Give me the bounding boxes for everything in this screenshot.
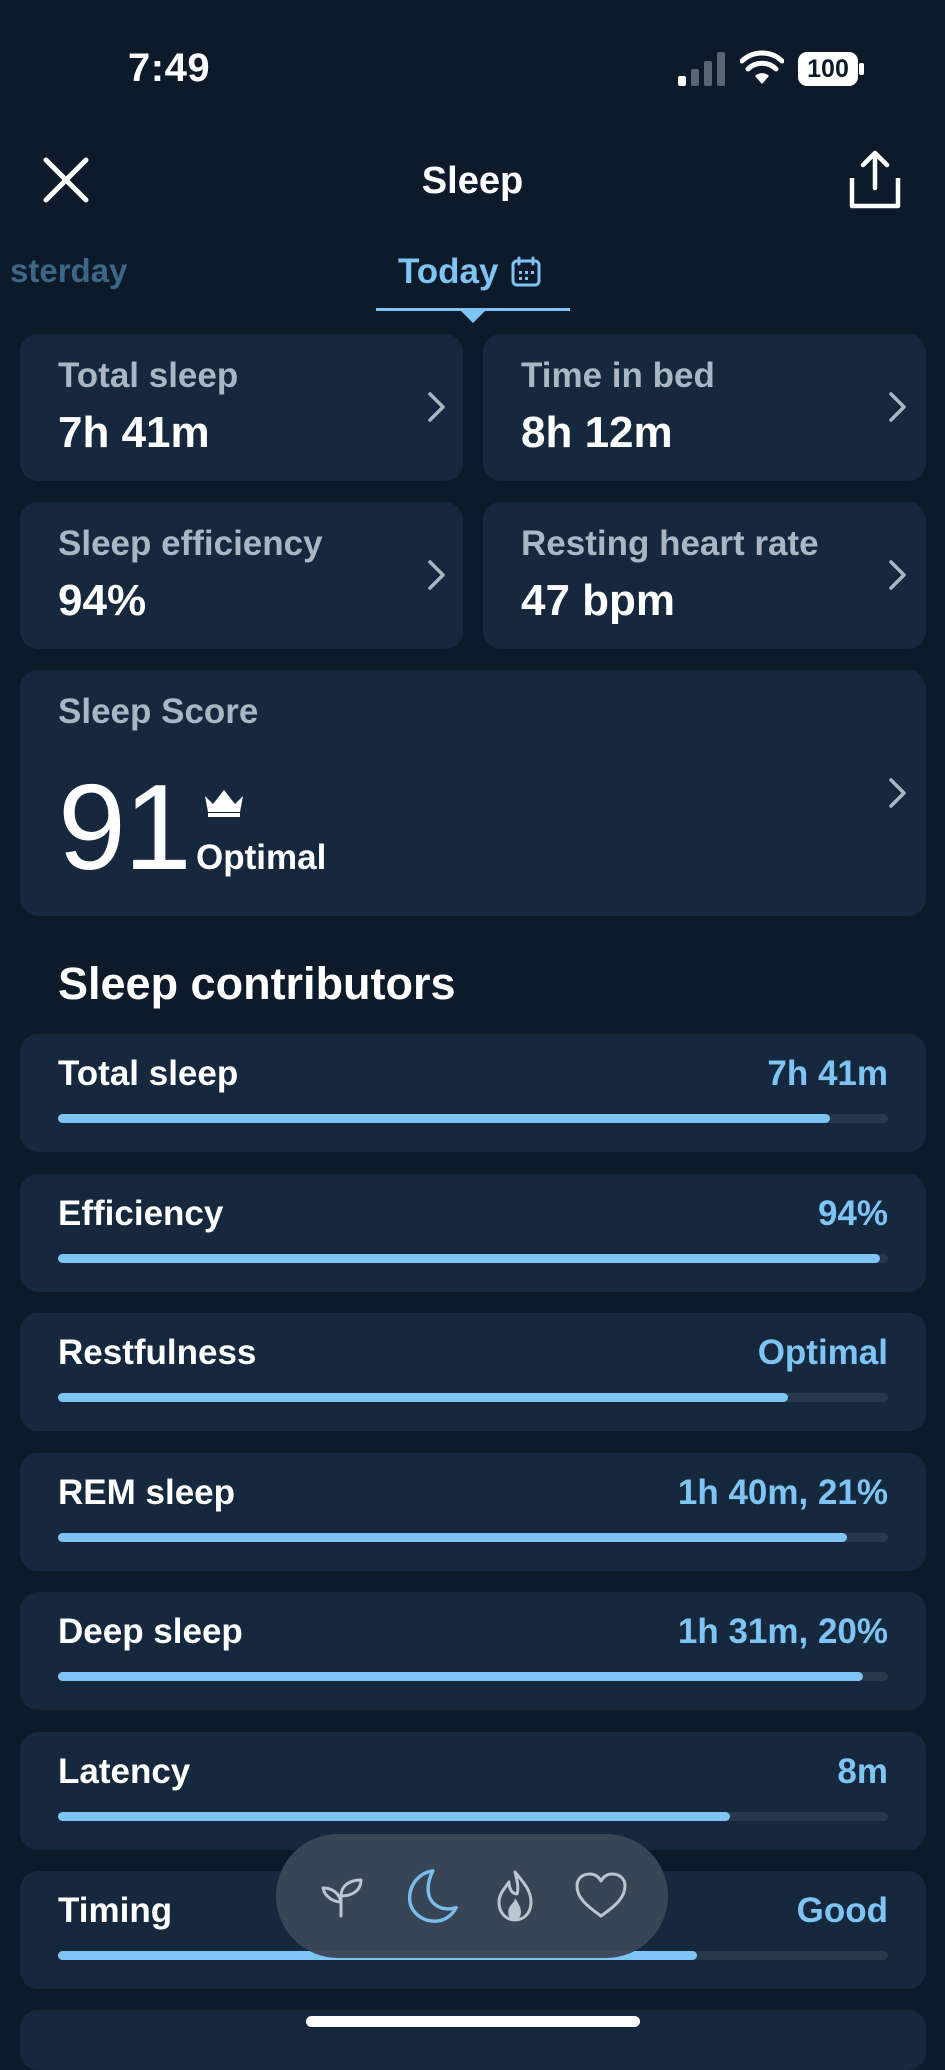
- chevron-right-icon: [428, 392, 445, 422]
- metric-label: Resting heart rate: [521, 524, 819, 563]
- status-time: 7:49: [128, 46, 211, 90]
- calendar-icon[interactable]: [510, 256, 542, 288]
- sleep-efficiency-card[interactable]: Sleep efficiency 94%: [20, 502, 463, 649]
- contributor-progress-fill: [58, 1254, 880, 1263]
- contributor-progress-track: [58, 1533, 888, 1542]
- metric-value: 94%: [58, 576, 147, 625]
- share-button[interactable]: [842, 148, 908, 214]
- sleep-score-value: 91: [58, 759, 192, 895]
- contributor-name: REM sleep: [58, 1473, 235, 1512]
- contributor-value: 8m: [837, 1752, 888, 1791]
- contributor-value: 1h 31m, 20%: [677, 1612, 888, 1651]
- time-in-bed-card[interactable]: Time in bed 8h 12m: [483, 334, 926, 481]
- metric-label: Sleep efficiency: [58, 524, 323, 563]
- sleep-score-card[interactable]: Sleep Score 91 Optimal: [20, 670, 926, 916]
- moon-icon[interactable]: [398, 1865, 460, 1927]
- page-title: Sleep: [421, 160, 524, 202]
- contributor-progress-fill: [58, 1672, 864, 1681]
- metric-value: 7h 41m: [58, 408, 210, 457]
- cellular-signal-icon: [678, 52, 725, 86]
- metric-label: Total sleep: [58, 356, 239, 395]
- contributor-row[interactable]: REM sleep 1h 40m, 21%: [20, 1453, 926, 1571]
- contributor-row[interactable]: Efficiency 94%: [20, 1174, 926, 1292]
- crown-icon: [205, 790, 243, 817]
- tab-today-label: Today: [398, 252, 499, 291]
- tab-indicator-caret: [460, 310, 486, 323]
- contributor-value: Optimal: [757, 1333, 888, 1372]
- bottom-nav: [276, 1834, 668, 1958]
- contributor-value: 94%: [817, 1194, 888, 1233]
- contributor-progress-fill: [58, 1533, 847, 1542]
- contributor-name: Efficiency: [58, 1194, 224, 1233]
- sprout-icon[interactable]: [312, 1865, 374, 1927]
- heart-icon[interactable]: [570, 1865, 632, 1927]
- metric-label: Time in bed: [521, 356, 715, 395]
- tab-yesterday[interactable]: sterday: [10, 252, 127, 290]
- contributor-value: Good: [796, 1891, 888, 1930]
- battery-level: 100: [807, 55, 849, 83]
- contributor-progress-track: [58, 1114, 888, 1123]
- chevron-right-icon: [428, 560, 445, 590]
- resting-heart-rate-card[interactable]: Resting heart rate 47 bpm: [483, 502, 926, 649]
- contributor-progress-track: [58, 1254, 888, 1263]
- contributor-name: Latency: [58, 1752, 191, 1791]
- contributor-progress-track: [58, 1812, 888, 1821]
- contributor-progress-fill: [58, 1114, 830, 1123]
- sleep-contributors-title: Sleep contributors: [58, 958, 456, 1009]
- contributor-progress-track: [58, 1672, 888, 1681]
- contributor-value: 7h 41m: [767, 1054, 888, 1093]
- sleep-score-label: Sleep Score: [58, 692, 259, 731]
- contributor-progress-track: [58, 1393, 888, 1402]
- chevron-right-icon: [889, 392, 906, 422]
- total-sleep-card[interactable]: Total sleep 7h 41m: [20, 334, 463, 481]
- tab-today[interactable]: Today: [398, 252, 542, 292]
- contributor-name: Restfulness: [58, 1333, 257, 1372]
- battery-icon: 100: [798, 52, 864, 86]
- contributor-name: Deep sleep: [58, 1612, 243, 1651]
- chevron-right-icon: [889, 778, 906, 808]
- contributor-name: Total sleep: [58, 1054, 239, 1093]
- metric-value: 47 bpm: [521, 576, 676, 625]
- contributor-row[interactable]: Restfulness Optimal: [20, 1313, 926, 1431]
- flame-icon[interactable]: [484, 1865, 546, 1927]
- metric-value: 8h 12m: [521, 408, 673, 457]
- contributor-progress-fill: [58, 1393, 789, 1402]
- contributor-row[interactable]: Total sleep 7h 41m: [20, 1034, 926, 1152]
- sleep-score-status: Optimal: [196, 838, 327, 877]
- contributor-row[interactable]: Latency 8m: [20, 1732, 926, 1850]
- contributor-value: 1h 40m, 21%: [677, 1473, 888, 1512]
- home-indicator: [306, 2016, 640, 2027]
- contributor-row[interactable]: Deep sleep 1h 31m, 20%: [20, 1592, 926, 1710]
- contributor-name: Timing: [58, 1891, 173, 1930]
- chevron-right-icon: [889, 560, 906, 590]
- wifi-icon: [740, 50, 784, 84]
- contributor-progress-fill: [58, 1812, 731, 1821]
